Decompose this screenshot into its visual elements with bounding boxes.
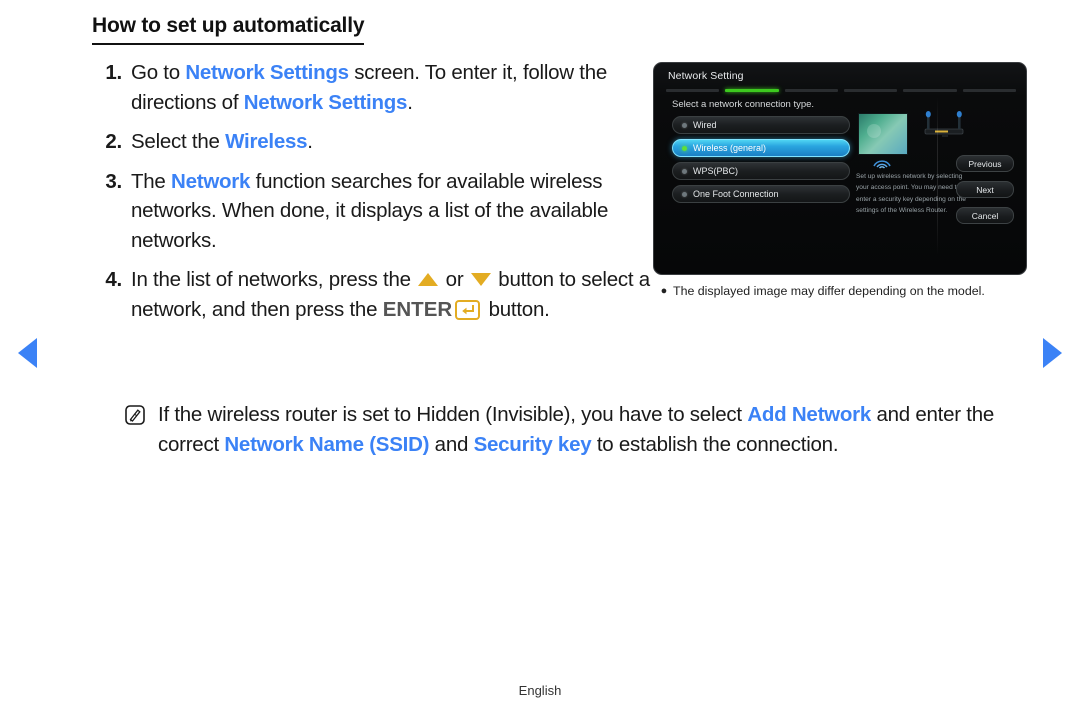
tv-connection-type-list: Wired Wireless (general) WPS(PBC) One Fo… (672, 116, 850, 208)
list-item: 3. The Network function searches for ava… (92, 167, 652, 256)
tv-option-label: Wired (693, 120, 717, 130)
list-item: 1. Go to Network Settings screen. To ent… (92, 58, 652, 117)
wireless-router-icon (922, 111, 968, 144)
note-block: If the wireless router is set to Hidden … (125, 400, 1025, 460)
tv-option-label: WPS(PBC) (693, 166, 738, 176)
tv-option-wireless-general[interactable]: Wireless (general) (672, 139, 850, 157)
step-text: Select the Wireless. (131, 127, 652, 157)
triangle-right-icon[interactable] (1043, 338, 1062, 368)
caption-text: The displayed image may differ depending… (673, 284, 985, 298)
note-text-part: If the wireless router is set to Hidden … (158, 403, 748, 426)
tv-prompt-text: Select a network connection type. (672, 99, 815, 110)
note-pencil-icon (125, 400, 149, 460)
tv-option-wired[interactable]: Wired (672, 116, 850, 134)
tv-option-label: Wireless (general) (693, 143, 767, 153)
step-number: 2. (105, 130, 122, 154)
step-text-part: Select the (131, 130, 226, 154)
step-text-part: . (307, 130, 313, 154)
arrow-up-icon (418, 273, 439, 287)
step-text-part: or (440, 268, 469, 292)
bullet-dot-icon (682, 168, 687, 174)
enter-key-icon (455, 299, 481, 320)
bullet-dot-icon (682, 122, 687, 128)
tv-screenshot: Network Setting Select a network connect… (653, 62, 1027, 275)
step-text: In the list of networks, press the or bu… (131, 265, 652, 324)
page-title: How to set up automatically (92, 14, 365, 45)
manual-page: How to set up automatically 1. Go to Net… (0, 0, 1080, 705)
progress-segment-active (725, 89, 779, 92)
progress-segment (784, 89, 838, 92)
step-text-highlight: Wireless (225, 130, 308, 154)
note-text-highlight: Network Name (SSID) (224, 433, 430, 457)
step-number: 1. (105, 61, 122, 84)
tv-option-wps-pbc[interactable]: WPS(PBC) (672, 162, 850, 180)
list-item: 2. Select the Wireless. (92, 127, 652, 157)
progress-segment (903, 89, 957, 92)
list-item: 4. In the list of networks, press the or… (92, 265, 652, 324)
cancel-button[interactable]: Cancel (956, 207, 1014, 224)
enter-key-label: ENTER (382, 297, 453, 321)
step-text-part: . (407, 90, 413, 114)
step-text: Go to Network Settings screen. To enter … (131, 58, 652, 117)
next-button[interactable]: Next (956, 181, 1014, 198)
triangle-left-icon[interactable] (18, 338, 37, 368)
tv-menu-title: Network Setting (668, 70, 744, 82)
progress-segment (666, 89, 720, 92)
note-text-part: and (429, 433, 474, 457)
tv-button-column: Previous Next Cancel (956, 155, 1014, 233)
tv-option-label: One Foot Connection (693, 189, 779, 199)
step-text-part: Go to (131, 61, 186, 84)
step-text-part: In the list of networks, press the (131, 268, 417, 292)
progress-segment (962, 89, 1016, 92)
note-text-highlight: Add Network (747, 403, 871, 426)
step-text-highlight: Network Settings (185, 61, 349, 84)
step-number: 4. (105, 268, 122, 292)
tv-progress-indicator (666, 89, 1016, 92)
note-text-highlight: Security key (473, 433, 592, 457)
bullet-icon: ● (660, 285, 668, 297)
note-text-part: to establish the connection. (591, 433, 839, 457)
previous-button[interactable]: Previous (956, 155, 1014, 172)
step-text: The Network function searches for availa… (131, 167, 652, 256)
steps-list: 1. Go to Network Settings screen. To ent… (92, 58, 652, 334)
step-number: 3. (105, 169, 122, 193)
bullet-dot-icon (682, 191, 687, 197)
bullet-dot-icon (682, 145, 687, 151)
image-caption: ● The displayed image may differ dependi… (655, 283, 1025, 300)
step-text-part: The (131, 169, 172, 193)
arrow-down-icon (470, 273, 491, 287)
step-text-highlight: Network (171, 169, 251, 193)
footer-language: English (518, 683, 562, 698)
step-text-highlight: Network Settings (243, 90, 408, 114)
tv-option-one-foot-connection[interactable]: One Foot Connection (672, 185, 850, 203)
tv-screen-icon (858, 113, 908, 155)
progress-segment (843, 89, 898, 92)
note-text: If the wireless router is set to Hidden … (158, 400, 1025, 460)
divider (937, 97, 938, 255)
step-text-part: button. (483, 297, 550, 321)
